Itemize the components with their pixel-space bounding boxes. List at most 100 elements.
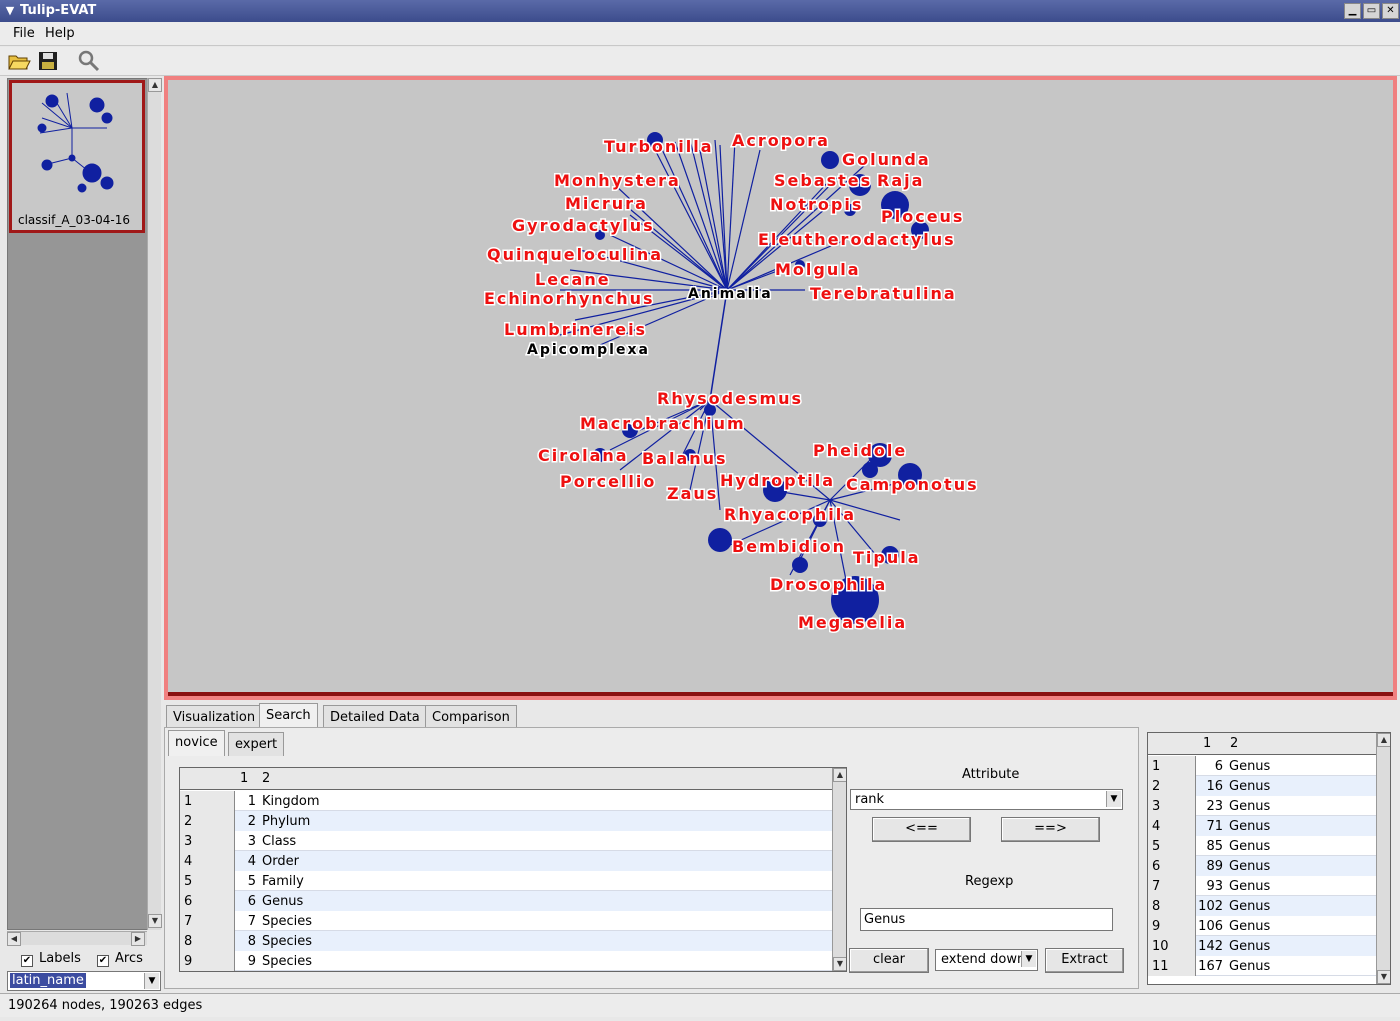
name-cell[interactable]: Species (262, 934, 312, 949)
thumbnail-horizontal-scrollbar[interactable]: ◀ ▶ (7, 931, 147, 946)
row-header[interactable]: 8 (180, 931, 235, 951)
table-row[interactable]: 6 89 Genus (1148, 856, 1376, 876)
id-cell[interactable]: 2 (235, 814, 256, 829)
node-label[interactable]: Lecane (534, 269, 611, 291)
node-label[interactable]: Raja (876, 170, 924, 192)
name-cell[interactable]: Genus (1229, 939, 1270, 954)
tab-search[interactable]: Search (259, 703, 318, 728)
rank-table[interactable]: 1 2 1 1 Kingdom 2 2 Phylum 3 3 Class 4 4 Order 5 5 Fam… (179, 767, 847, 972)
node-label[interactable]: Golunda (841, 149, 931, 171)
column-header-1[interactable]: 1 (240, 771, 248, 786)
subtab-expert[interactable]: expert (228, 732, 285, 756)
table-row[interactable]: 2 2 Phylum (180, 811, 832, 831)
minimize-button[interactable]: ▁ (1344, 3, 1361, 19)
property-select[interactable]: latin_name ▼ (7, 971, 161, 991)
node-label[interactable]: Terebratulina (809, 283, 957, 305)
node-label[interactable]: Eleutherodactylus (757, 229, 956, 251)
column-header-2[interactable]: 2 (262, 771, 270, 786)
move-right-button[interactable]: ==> (1001, 817, 1100, 842)
table-row[interactable]: 1 1 Kingdom (180, 791, 832, 811)
node-label[interactable]: Zaus (666, 483, 718, 505)
id-cell[interactable]: 6 (1196, 759, 1223, 774)
node-label[interactable]: Apicomplexa (526, 341, 650, 360)
node-label[interactable]: Drosophila (769, 574, 887, 596)
node-label[interactable]: Ploceus (880, 206, 964, 228)
regexp-input[interactable]: Genus (860, 908, 1113, 931)
scroll-down-icon[interactable]: ▼ (833, 957, 846, 971)
node-cluster[interactable] (821, 151, 839, 169)
id-cell[interactable]: 71 (1196, 819, 1223, 834)
node-label[interactable]: Monhystera (553, 170, 681, 192)
tab-visualization[interactable]: Visualization (166, 705, 263, 728)
extract-button[interactable]: Extract (1045, 948, 1124, 973)
row-header[interactable]: 7 (1148, 876, 1196, 896)
name-cell[interactable]: Genus (1229, 959, 1270, 974)
row-header[interactable]: 10 (1148, 936, 1196, 956)
node-label[interactable]: Tipula (852, 547, 921, 569)
row-header[interactable]: 3 (1148, 796, 1196, 816)
name-cell[interactable]: Genus (262, 894, 303, 909)
subtab-novice[interactable]: novice (168, 730, 225, 756)
table-row[interactable]: 7 7 Species (180, 911, 832, 931)
node-label[interactable]: Rhysodesmus (656, 388, 803, 410)
row-header[interactable]: 8 (1148, 896, 1196, 916)
tab-detailed-data[interactable]: Detailed Data (323, 705, 427, 728)
table-row[interactable]: 5 5 Family (180, 871, 832, 891)
column-header-1[interactable]: 1 (1203, 736, 1211, 751)
name-cell[interactable]: Kingdom (262, 794, 320, 809)
window-menu-icon[interactable]: ▼ (3, 4, 17, 18)
result-table-scrollbar[interactable]: ▲ ▼ (1376, 733, 1390, 984)
result-table[interactable]: 1 2 1 6 Genus 2 16 Genus 3 23 Genus 4 71 Genus 5 85 Ge… (1147, 732, 1391, 985)
tab-comparison[interactable]: Comparison (425, 705, 517, 728)
menu-file[interactable]: File (13, 26, 35, 41)
row-header[interactable]: 6 (1148, 856, 1196, 876)
name-cell[interactable]: Genus (1229, 839, 1270, 854)
table-row[interactable]: 9 9 Species (180, 951, 832, 971)
scroll-up-icon[interactable]: ▲ (1377, 733, 1390, 747)
name-cell[interactable]: Genus (1229, 879, 1270, 894)
close-button[interactable]: ✕ (1382, 3, 1399, 19)
id-cell[interactable]: 4 (235, 854, 256, 869)
node-label[interactable]: Camponotus (845, 474, 979, 496)
node-cluster[interactable] (708, 528, 732, 552)
id-cell[interactable]: 8 (235, 934, 256, 949)
id-cell[interactable]: 85 (1196, 839, 1223, 854)
node-cluster[interactable] (792, 557, 808, 573)
table-row[interactable]: 5 85 Genus (1148, 836, 1376, 856)
thumbnail-vertical-scrollbar[interactable]: ▲ ▼ (147, 78, 162, 930)
table-row[interactable]: 3 23 Genus (1148, 796, 1376, 816)
name-cell[interactable]: Species (262, 954, 312, 969)
table-row[interactable]: 4 71 Genus (1148, 816, 1376, 836)
table-row[interactable]: 3 3 Class (180, 831, 832, 851)
name-cell[interactable]: Genus (1229, 859, 1270, 874)
scroll-right-icon[interactable]: ▶ (131, 932, 145, 946)
graph-thumbnail[interactable]: classif_A_03-04-16 (9, 80, 145, 233)
arcs-checkbox[interactable]: ✔ Arcs (97, 951, 143, 967)
table-row[interactable]: 10 142 Genus (1148, 936, 1376, 956)
scroll-down-icon[interactable]: ▼ (1377, 970, 1390, 984)
node-label[interactable]: Molgula (774, 259, 861, 281)
name-cell[interactable]: Genus (1229, 779, 1270, 794)
id-cell[interactable]: 23 (1196, 799, 1223, 814)
table-row[interactable]: 8 8 Species (180, 931, 832, 951)
row-header[interactable]: 3 (180, 831, 235, 851)
menu-help[interactable]: Help (45, 26, 75, 41)
magnifier-icon[interactable] (76, 49, 102, 73)
table-row[interactable]: 11 167 Genus (1148, 956, 1376, 976)
attribute-select[interactable]: rank ▼ (850, 789, 1123, 810)
row-header[interactable]: 1 (180, 791, 235, 811)
rank-table-scrollbar[interactable]: ▲ ▼ (832, 768, 846, 971)
name-cell[interactable]: Phylum (262, 814, 310, 829)
mode-select[interactable]: extend down ▼ (935, 949, 1038, 971)
table-row[interactable]: 9 106 Genus (1148, 916, 1376, 936)
row-header[interactable]: 7 (180, 911, 235, 931)
node-label[interactable]: Turbonilla (603, 136, 714, 158)
graph-view[interactable]: Turbonilla Acropora Golunda Monhystera Sebas… (164, 76, 1397, 700)
node-label[interactable]: Hydroptila (719, 470, 835, 492)
id-cell[interactable]: 89 (1196, 859, 1223, 874)
node-label[interactable]: Lumbrinereis (503, 319, 647, 341)
node-label[interactable]: Pheidole (812, 440, 907, 462)
move-left-button[interactable]: <== (872, 817, 971, 842)
name-cell[interactable]: Genus (1229, 799, 1270, 814)
node-label[interactable]: Macrobrachium (579, 413, 746, 435)
